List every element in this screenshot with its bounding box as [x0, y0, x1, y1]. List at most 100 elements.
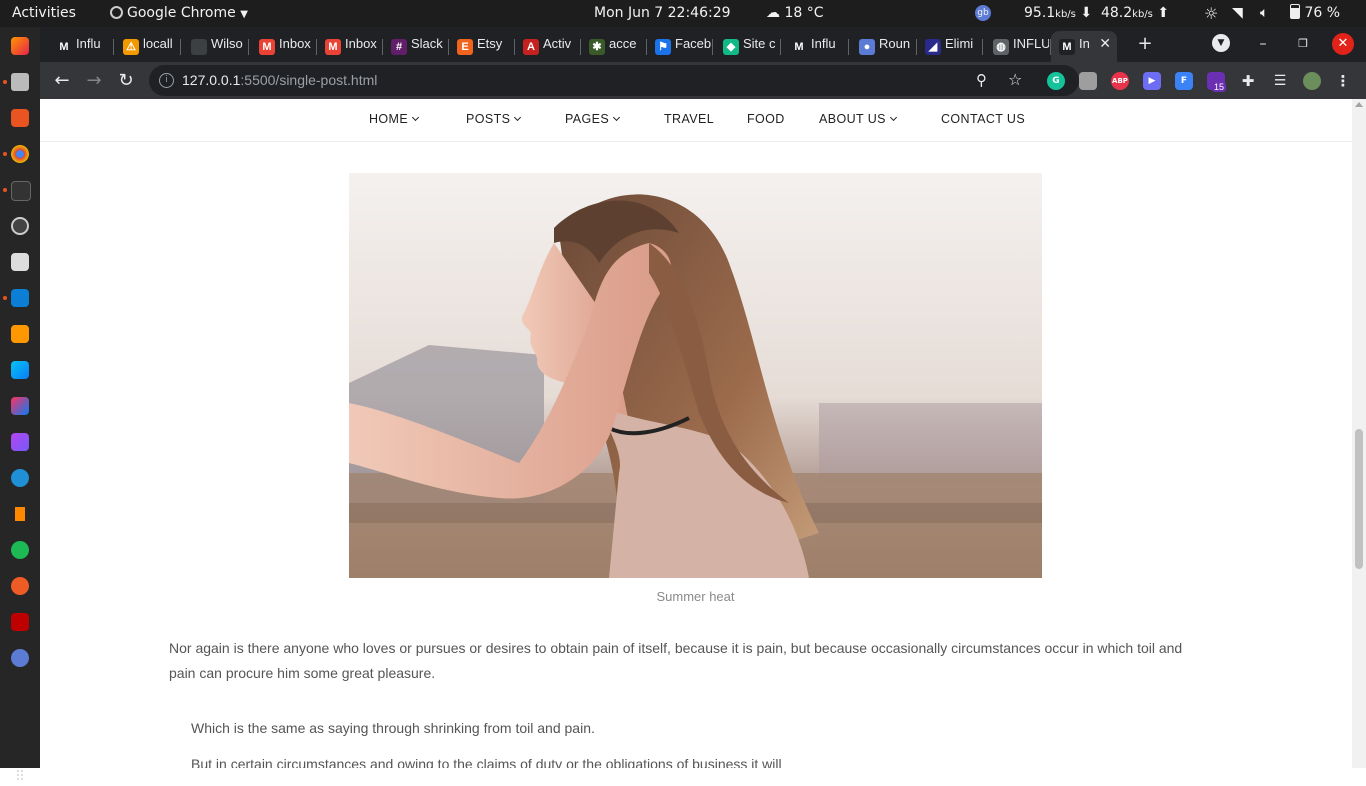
nav-item-about-us[interactable]: ABOUT US	[819, 99, 897, 139]
browser-tab[interactable]: M In ✕	[1051, 31, 1117, 62]
nav-item-food[interactable]: FOOD	[747, 99, 785, 139]
tab-favicon-icon: M	[1059, 39, 1075, 55]
extension-badge: 15	[1212, 82, 1227, 92]
running-indicator	[3, 296, 7, 300]
spotify-icon[interactable]	[11, 541, 29, 559]
url-text[interactable]: 127.0.0.1:5500/single-post.html	[182, 65, 377, 96]
postman-icon[interactable]	[11, 577, 29, 595]
zoom-icon[interactable]: ⚲	[976, 71, 987, 89]
clock[interactable]: Mon Jun 7 22:46:29	[594, 0, 731, 27]
restore-button[interactable]: ❐	[1292, 33, 1314, 55]
ubuntu-dock: ⠿	[0, 27, 40, 785]
extensions-puzzle-icon[interactable]: ✚	[1239, 72, 1257, 90]
gb-indicator-icon[interactable]: gb	[975, 5, 991, 21]
files-icon[interactable]	[11, 73, 29, 91]
browser-tab[interactable]: Wilso	[183, 31, 249, 62]
nav-item-travel[interactable]: TRAVEL	[664, 99, 714, 139]
tab-title: Faceb	[675, 36, 711, 51]
app-menu-label: Google Chrome	[127, 5, 236, 21]
intellij-icon[interactable]	[11, 397, 29, 415]
profile-avatar[interactable]	[1303, 72, 1321, 90]
browser-tab[interactable]: M Influ	[48, 31, 114, 62]
phpstorm-icon[interactable]	[11, 433, 29, 451]
forward-button[interactable]: →	[82, 69, 106, 93]
kodi-icon[interactable]	[11, 469, 29, 487]
nav-item-posts[interactable]: POSTS	[466, 99, 522, 139]
settings-icon[interactable]	[11, 253, 29, 271]
browser-tab[interactable]: ● Roun	[851, 31, 917, 62]
tab-favicon-icon	[191, 39, 207, 55]
weather[interactable]: ☁ 18 °C	[766, 0, 824, 27]
video-extension-icon[interactable]: ▶	[1143, 72, 1161, 90]
net-up-value: 48.2	[1100, 5, 1133, 21]
browser-tab[interactable]: ◍ INFLU	[985, 31, 1051, 62]
tab-separator	[712, 39, 713, 55]
arrow-up-icon: ⬆	[1157, 5, 1170, 21]
browser-tab[interactable]: M Inbox	[317, 31, 383, 62]
site-info-icon[interactable]: i	[159, 73, 174, 88]
app-menu[interactable]: Google Chrome ▼	[110, 0, 248, 27]
font-extension-icon[interactable]: F	[1175, 72, 1193, 90]
nav-item-home[interactable]: HOME	[369, 99, 420, 139]
activities-button[interactable]: Activities	[12, 0, 76, 27]
firefox-icon[interactable]	[11, 37, 29, 55]
wifi-icon[interactable]: ◥	[1232, 0, 1243, 27]
battery-icon	[1290, 4, 1300, 19]
nav-item-label: POSTS	[466, 112, 511, 126]
chrome-menu-icon[interactable]: ⋮	[1334, 72, 1352, 90]
vscode-icon[interactable]	[11, 289, 29, 307]
software-icon[interactable]	[11, 109, 29, 127]
browser-tab[interactable]: # Slack	[383, 31, 449, 62]
reading-list-icon[interactable]: ☰	[1271, 72, 1289, 90]
tab-title: Influ	[811, 36, 836, 51]
arrow-down-icon: ⬇	[1080, 5, 1093, 21]
tab-favicon-icon: ◍	[993, 39, 1009, 55]
brightness-icon[interactable]: ☼	[1204, 0, 1218, 27]
grammarly-icon[interactable]: G	[1047, 72, 1065, 90]
tab-title: Inbox	[345, 36, 377, 51]
browser-tab[interactable]: ⚑ Faceb	[647, 31, 713, 62]
browser-tab[interactable]: M Influ	[783, 31, 849, 62]
browser-tab[interactable]: ✱ acce	[581, 31, 647, 62]
browser-tab[interactable]: E Etsy	[449, 31, 515, 62]
browser-tab[interactable]: ⚠ locall	[115, 31, 181, 62]
browser-tab[interactable]: M Inbox	[251, 31, 317, 62]
reload-button[interactable]: ↻	[114, 69, 138, 93]
close-tab-icon[interactable]: ✕	[1099, 31, 1111, 56]
obs-icon[interactable]	[11, 217, 29, 235]
gb-app-icon[interactable]	[11, 649, 29, 667]
nav-item-pages[interactable]: PAGES	[565, 99, 621, 139]
tab-separator	[780, 39, 781, 55]
chrome-dock-icon[interactable]	[11, 145, 29, 163]
show-applications-icon[interactable]: ⠿	[8, 768, 32, 786]
browser-tab[interactable]: A Activ	[515, 31, 581, 62]
adblock-plus-icon[interactable]: ABP	[1111, 72, 1129, 90]
battery-indicator[interactable]: 76 %	[1290, 0, 1340, 27]
scrollbar-thumb[interactable]	[1355, 429, 1363, 569]
nav-item-contact-us[interactable]: CONTACT US	[941, 99, 1025, 139]
browser-tab[interactable]: ◢ Elimi	[917, 31, 983, 62]
back-button[interactable]: ←	[50, 69, 74, 93]
tab-favicon-icon: ◆	[723, 39, 739, 55]
terminal-icon[interactable]	[11, 181, 31, 201]
webstorm-icon[interactable]	[11, 361, 29, 379]
volume-icon[interactable]: 🔈︎	[1260, 0, 1268, 27]
tab-title: Etsy	[477, 36, 503, 51]
nav-item-label: HOME	[369, 112, 409, 126]
chevron-down-icon	[412, 113, 420, 122]
filezilla-icon[interactable]	[11, 613, 29, 631]
new-tab-button[interactable]: +	[1134, 33, 1156, 55]
tab-search-icon[interactable]: ▼	[1212, 34, 1230, 52]
net-down-value: 95.1	[1024, 5, 1056, 21]
browser-tab[interactable]: ◆ Site c	[715, 31, 781, 62]
bookmark-star-icon[interactable]: ☆	[1008, 70, 1022, 89]
address-bar[interactable]: i 127.0.0.1:5500/single-post.html ⚲ ☆	[149, 65, 1079, 96]
tab-favicon-icon: M	[259, 39, 275, 55]
vlc-icon[interactable]	[11, 505, 29, 523]
close-window-button[interactable]: ✕	[1332, 33, 1354, 55]
extension-icon[interactable]	[1079, 72, 1097, 90]
page-scrollbar[interactable]	[1352, 99, 1366, 768]
minimize-button[interactable]: –	[1252, 33, 1274, 55]
scroll-up-arrow[interactable]	[1355, 102, 1363, 107]
sublime-icon[interactable]	[11, 325, 29, 343]
